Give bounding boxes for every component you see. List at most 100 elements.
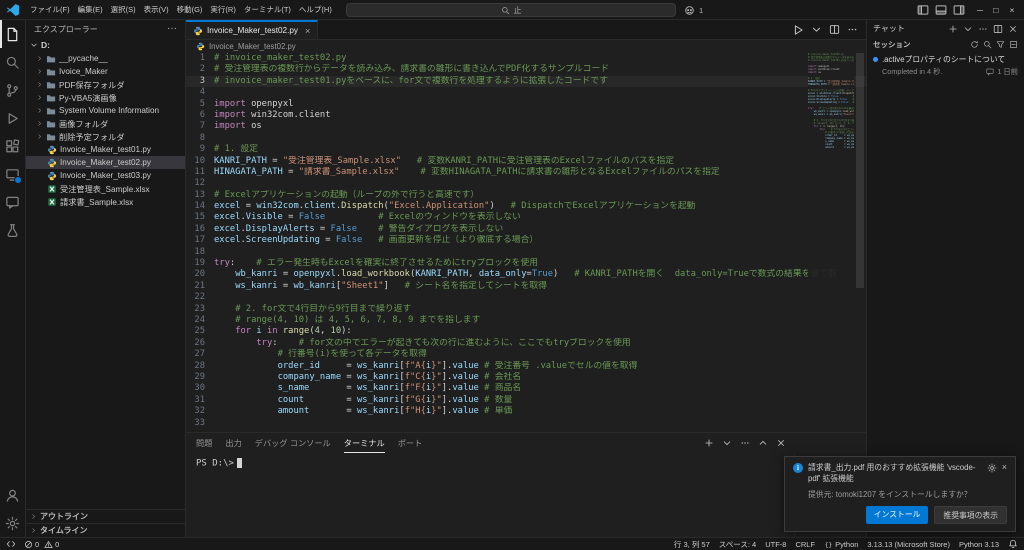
filter-icon[interactable]	[996, 40, 1005, 49]
more-icon[interactable]	[978, 24, 988, 34]
code-line[interactable]: 22	[186, 292, 866, 303]
activity-search[interactable]	[0, 48, 25, 76]
code-line[interactable]: 21 ws_kanri = wb_kanri["Sheet1"] # シート名を…	[186, 281, 866, 292]
collapse-all-icon[interactable]	[1009, 40, 1018, 49]
tree-item[interactable]: Ivoice_Maker	[26, 65, 185, 78]
close-icon[interactable]	[776, 438, 786, 448]
gear-icon[interactable]	[987, 463, 997, 473]
chevron-down-icon[interactable]	[722, 438, 732, 448]
activity-extensions[interactable]	[0, 132, 25, 160]
panel-tab-ターミナル[interactable]: ターミナル	[344, 433, 385, 453]
chevron-down-icon[interactable]	[811, 24, 822, 35]
code-line[interactable]: 33	[186, 418, 866, 429]
code-editor[interactable]: 1# invoice_maker_test02.py2# 受注管理表の複数行から…	[186, 53, 866, 432]
layout-panel-icon[interactable]	[935, 4, 947, 16]
editor-scrollbar[interactable]	[854, 53, 866, 432]
minimize-button[interactable]: ─	[972, 5, 988, 15]
code-line[interactable]: 25 for i in range(4, 10):	[186, 326, 866, 337]
panel-tab-問題[interactable]: 問題	[196, 433, 212, 453]
tree-item[interactable]: Invoice_Maker_test03.py	[26, 169, 185, 182]
code-line[interactable]: 5import openpyxl	[186, 99, 866, 110]
code-line[interactable]: 30 s_name = ws_kanri[f"F{i}"].value # 商品…	[186, 383, 866, 394]
status-3.13.13 (Microsoft Store)[interactable]: 3.13.13 (Microsoft Store)	[867, 540, 950, 549]
tree-item[interactable]: Invoice_Maker_test01.py	[26, 143, 185, 156]
maximize-button[interactable]: □	[988, 5, 1004, 15]
menu-編集(E)[interactable]: 編集(E)	[74, 4, 107, 15]
editor-tab-active[interactable]: Invoice_Maker_test02.py ×	[186, 20, 318, 39]
tree-item[interactable]: PDF保存フォルダ	[26, 78, 185, 91]
activity-explorer[interactable]	[0, 20, 25, 48]
copilot-icon[interactable]	[684, 5, 695, 16]
remote-indicator-icon[interactable]	[6, 539, 16, 549]
code-line[interactable]: 24 # range(4, 10) は 4, 5, 6, 7, 8, 9 までを…	[186, 315, 866, 326]
tree-root[interactable]: D:	[26, 38, 185, 52]
status-UTF-8[interactable]: UTF-8	[765, 540, 786, 549]
code-line[interactable]: 29 company_name = ws_kanri[f"C{i}"].valu…	[186, 372, 866, 383]
code-line[interactable]: 26 try: # for文の中でエラーが起きても次の行に進むように、ここでもt…	[186, 338, 866, 349]
split-icon[interactable]	[993, 24, 1003, 34]
section-アウトライン[interactable]: アウトライン	[26, 509, 185, 523]
code-line[interactable]: 27 # 行番号(i)を使って各データを取得	[186, 349, 866, 360]
more-icon[interactable]	[740, 438, 750, 448]
status-行 3, 列 57[interactable]: 行 3, 列 57	[674, 539, 710, 550]
code-line[interactable]: 11HINAGATA_PATH = "請求書_Sample.xlsx" # 変数…	[186, 167, 866, 178]
code-line[interactable]: 16excel.DisplayAlerts = False # 警告ダイアログを…	[186, 224, 866, 235]
tree-item[interactable]: 受注管理表_Sample.xlsx	[26, 182, 185, 195]
install-button[interactable]: インストール	[866, 506, 929, 524]
panel-tab-ポート[interactable]: ポート	[398, 433, 423, 453]
status-Python[interactable]: {}Python	[824, 540, 858, 549]
status-Python 3.13[interactable]: Python 3.13	[959, 540, 999, 549]
menu-選択(S)[interactable]: 選択(S)	[107, 4, 140, 15]
tree-item[interactable]: Py-VBA5演画像	[26, 91, 185, 104]
code-line[interactable]: 19try: # エラー発生時もExcelを確実に終了させるためにtryブロック…	[186, 258, 866, 269]
layout-sidebar-icon[interactable]	[917, 4, 929, 16]
activity-run-debug[interactable]	[0, 104, 25, 132]
chat-session-item[interactable]: .activeプロパティのシートについて Completed in 4 秒. 1…	[867, 51, 1024, 80]
menu-ヘルプ(H)[interactable]: ヘルプ(H)	[295, 4, 336, 15]
minimap[interactable]: # invoice_maker_test02.py# 受注管理表の複数行からデー…	[808, 53, 854, 432]
refresh-icon[interactable]	[970, 40, 979, 49]
code-line[interactable]: 2# 受注管理表の複数行からデータを読み込み、請求書の雛形に書き込んでPDF化す…	[186, 64, 866, 75]
close-window-button[interactable]: ×	[1004, 5, 1020, 15]
menu-移動(G)[interactable]: 移動(G)	[173, 4, 207, 15]
search-icon[interactable]	[983, 40, 992, 49]
problems-indicator[interactable]: 0 0	[24, 540, 59, 549]
close-icon[interactable]	[1008, 24, 1018, 34]
chevron-down-icon[interactable]	[963, 24, 973, 34]
code-line[interactable]: 15excel.Visible = False # Excelのウィンドウを表示…	[186, 212, 866, 223]
code-line[interactable]: 7import os	[186, 121, 866, 132]
code-line[interactable]: 12	[186, 178, 866, 189]
close-icon[interactable]: ×	[1002, 463, 1007, 473]
activity-settings[interactable]	[0, 509, 25, 537]
code-line[interactable]: 9# 1. 設定	[186, 144, 866, 155]
code-line[interactable]: 13# Excelアプリケーションの起動（ループの外で行うと高速です）	[186, 190, 866, 201]
tree-item[interactable]: 削除予定フォルダ	[26, 130, 185, 143]
tab-close-icon[interactable]: ×	[305, 26, 310, 36]
chevron-up-icon[interactable]	[758, 438, 768, 448]
tree-item[interactable]: __pycache__	[26, 52, 185, 65]
run-icon[interactable]	[792, 24, 804, 36]
scrollbar-thumb[interactable]	[856, 53, 864, 288]
code-line[interactable]: 8	[186, 133, 866, 144]
section-タイムライン[interactable]: タイムライン	[26, 523, 185, 537]
activity-chat[interactable]	[0, 188, 25, 216]
code-line[interactable]: 28 order_id = ws_kanri[f"A{i}"].value # …	[186, 361, 866, 372]
layout-secondary-icon[interactable]	[953, 4, 965, 16]
code-line[interactable]: 1# invoice_maker_test02.py	[186, 53, 866, 64]
status-スペース: 4[interactable]: スペース: 4	[719, 539, 756, 550]
menu-ファイル(F)[interactable]: ファイル(F)	[26, 4, 74, 15]
more-icon[interactable]	[847, 24, 858, 35]
tree-item[interactable]: Invoice_Maker_test02.py	[26, 156, 185, 169]
menu-実行(R)[interactable]: 実行(R)	[206, 4, 239, 15]
code-line[interactable]: 32 amount = ws_kanri[f"H{i}"].value # 単価	[186, 406, 866, 417]
plus-icon[interactable]	[704, 438, 714, 448]
breadcrumb[interactable]: Invoice_Maker_test02.py	[186, 40, 866, 53]
menu-ターミナル(T)[interactable]: ターミナル(T)	[240, 4, 295, 15]
code-line[interactable]: 18	[186, 247, 866, 258]
code-line[interactable]: 17excel.ScreenUpdating = False # 画面更新を停止…	[186, 235, 866, 246]
tree-item[interactable]: System Volume Information	[26, 104, 185, 117]
code-line[interactable]: 6import win32com.client	[186, 110, 866, 121]
command-center[interactable]: 止	[346, 3, 676, 17]
bell-icon[interactable]	[1008, 539, 1018, 549]
status-CRLF[interactable]: CRLF	[795, 540, 815, 549]
